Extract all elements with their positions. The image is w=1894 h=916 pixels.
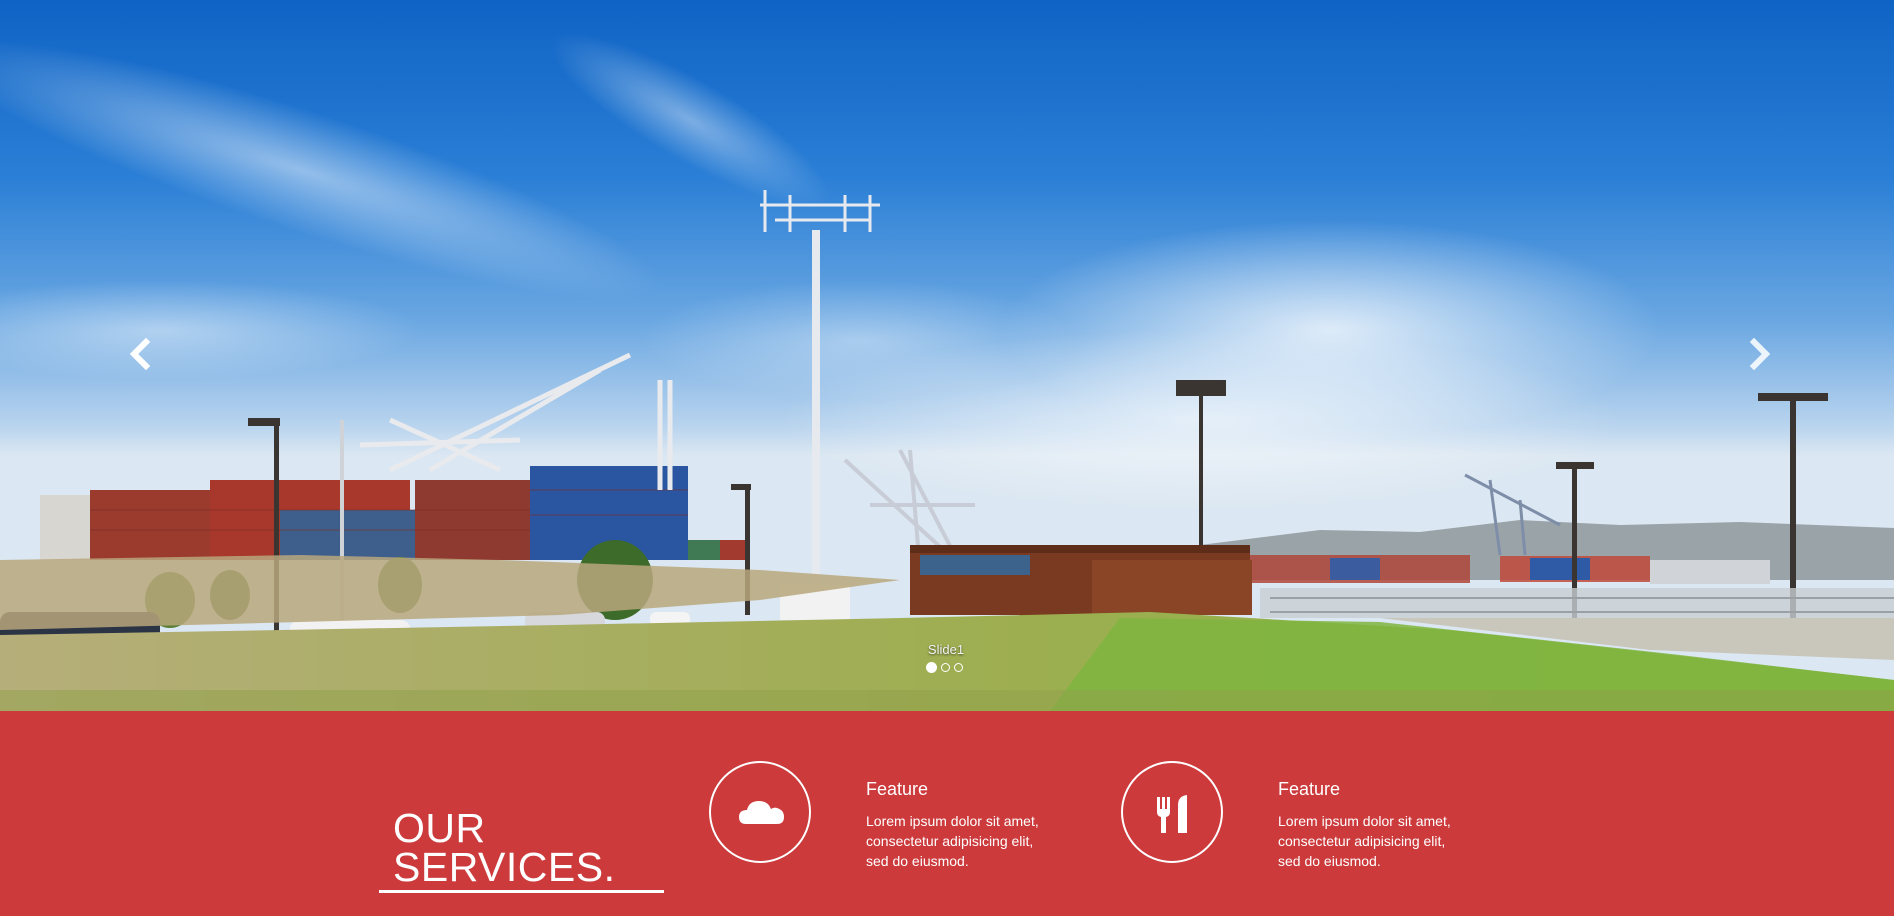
services-title: OUR SERVICES. xyxy=(393,805,616,890)
hero-carousel: Slide1 xyxy=(0,0,1894,711)
page: Slide1 OUR SERVICES. Feature Lorem ipsum… xyxy=(0,0,1894,916)
chevron-right-icon xyxy=(1749,337,1771,371)
feature-description-line: Lorem ipsum dolor sit amet, xyxy=(866,813,1039,829)
cloud-icon xyxy=(739,801,784,824)
cutlery-icon xyxy=(1157,795,1187,833)
carousel-indicator-2[interactable] xyxy=(941,663,950,672)
feature-description-line: sed do eiusmod. xyxy=(866,853,969,869)
chevron-left-icon xyxy=(129,337,151,371)
feature-title: Feature xyxy=(866,779,929,799)
feature-description-line: consectetur adipisicing elit, xyxy=(866,833,1034,849)
services-section: OUR SERVICES. Feature Lorem ipsum dolor … xyxy=(0,711,1894,916)
carousel-indicator-1[interactable] xyxy=(926,662,937,673)
feature-description-line: consectetur adipisicing elit, xyxy=(1278,833,1446,849)
slide-caption: Slide1 xyxy=(927,642,965,657)
feature-description-line: Lorem ipsum dolor sit amet, xyxy=(1278,813,1451,829)
feature-description: Lorem ipsum dolor sit amet, consectetur … xyxy=(866,811,1066,871)
feature-icon-circle xyxy=(1121,761,1223,863)
feature-title: Feature xyxy=(1278,779,1341,799)
feature-description-line: sed do eiusmod. xyxy=(1278,853,1381,869)
feature-icon-circle xyxy=(709,761,811,863)
carousel-prev-button[interactable] xyxy=(122,334,162,374)
hero-photo-port xyxy=(0,32,1894,711)
carousel-next-button[interactable] xyxy=(1738,334,1778,374)
services-title-line2: SERVICES. xyxy=(393,844,616,890)
carousel-indicator-3[interactable] xyxy=(954,663,963,672)
carousel-indicators xyxy=(926,662,963,673)
services-title-underline xyxy=(379,890,664,893)
feature-description: Lorem ipsum dolor sit amet, consectetur … xyxy=(1278,811,1478,871)
services-title-line1: OUR xyxy=(393,805,486,851)
